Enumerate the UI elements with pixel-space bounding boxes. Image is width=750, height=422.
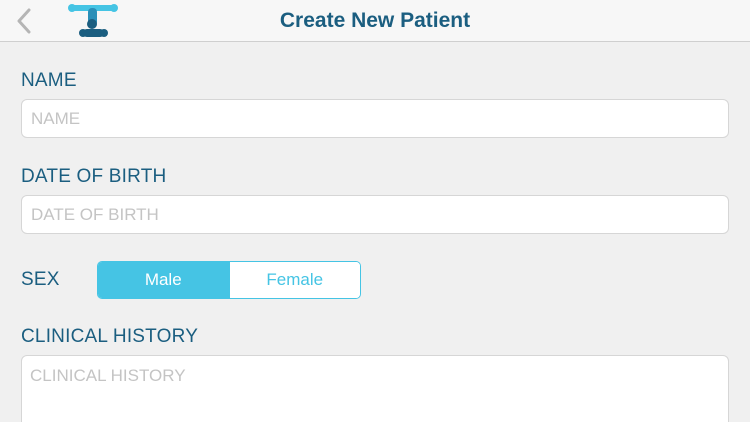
chevron-left-icon <box>17 8 31 34</box>
date-of-birth-input[interactable] <box>21 195 729 234</box>
clinical-history-label: CLINICAL HISTORY <box>21 326 199 347</box>
navigation-bar: Create New Patient <box>0 0 750 42</box>
sex-option-male[interactable]: Male <box>98 262 229 298</box>
date-of-birth-label: DATE OF BIRTH <box>21 166 167 187</box>
sex-segmented-control: Male Female <box>97 261 361 299</box>
name-label: NAME <box>21 70 77 91</box>
sex-option-female[interactable]: Female <box>228 262 360 298</box>
back-button[interactable] <box>10 6 38 36</box>
app-logo-icon <box>68 4 118 37</box>
sex-label: SEX <box>21 269 60 290</box>
name-input[interactable] <box>21 99 729 138</box>
clinical-history-input[interactable] <box>21 355 729 422</box>
